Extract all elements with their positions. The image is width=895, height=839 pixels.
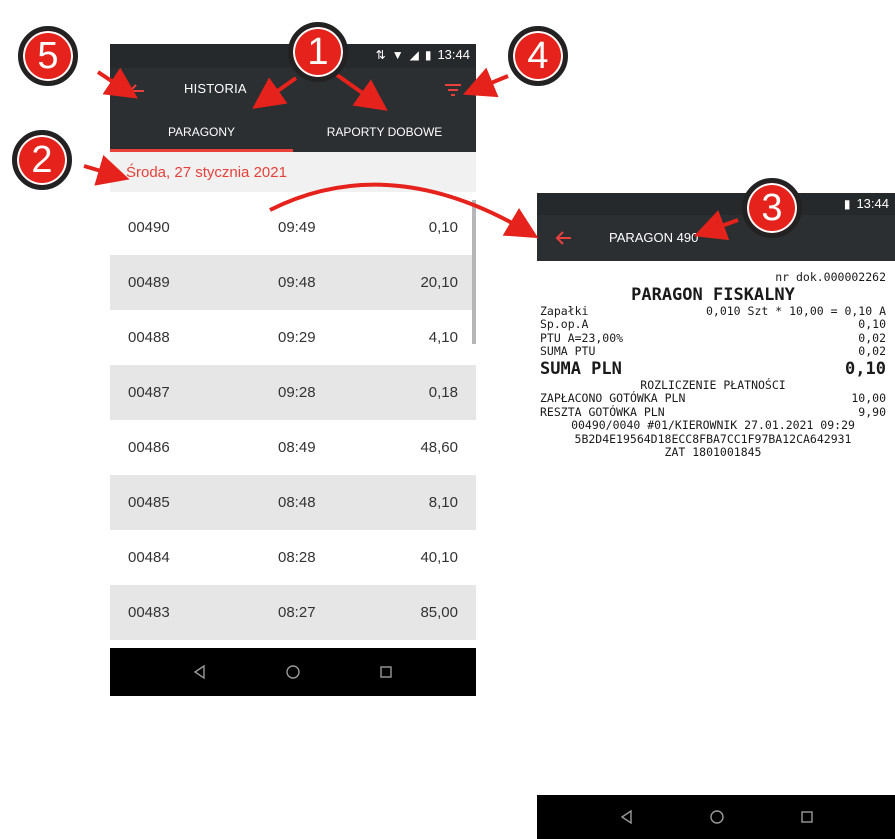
receipt-number: 00483 bbox=[128, 604, 170, 621]
receipt-time: 09:49 bbox=[278, 219, 316, 236]
item-line: Zapałki 0,010 Szt * 10,00 = 0,10 A bbox=[540, 303, 886, 319]
back-button[interactable] bbox=[124, 78, 150, 104]
paid-value: 10,00 bbox=[851, 391, 886, 405]
receipt-amount: 85,00 bbox=[420, 604, 458, 621]
callout-4-arrow bbox=[462, 67, 509, 98]
receipt-amount: 40,10 bbox=[420, 549, 458, 566]
arrow-left-icon bbox=[555, 231, 571, 245]
nav-home-icon[interactable] bbox=[285, 664, 301, 680]
tab-raporty-dobowe[interactable]: RAPORTY DOBOWE bbox=[293, 112, 476, 152]
navigation-bar bbox=[110, 648, 476, 696]
tab-bar: PARAGONY RAPORTY DOBOWE bbox=[110, 112, 476, 152]
tab-paragony[interactable]: PARAGONY bbox=[110, 112, 293, 152]
receipt-time: 08:28 bbox=[278, 549, 316, 566]
sp-line: Sp.op.A 0,10 bbox=[540, 317, 886, 332]
receipt-footer-line: 00490/0040 #01/KIEROWNIK 27.01.2021 09:2… bbox=[571, 418, 855, 432]
receipt-amount: 0,10 bbox=[428, 219, 458, 236]
receipt-number: 00489 bbox=[128, 274, 170, 291]
nav-back-icon[interactable] bbox=[192, 664, 208, 680]
receipt-row[interactable]: 00483 08:27 85,00 bbox=[110, 585, 476, 640]
ptu-value: 0,02 bbox=[858, 330, 886, 345]
scrollbar[interactable] bbox=[472, 200, 476, 344]
signal-icon: ◢ bbox=[409, 47, 419, 62]
receipt-number: 00485 bbox=[128, 494, 170, 511]
receipt-zat: ZAT 1801001845 bbox=[664, 445, 762, 459]
receipt-time: 09:48 bbox=[278, 274, 316, 291]
receipt-number: 00486 bbox=[128, 439, 170, 456]
nav-recents-icon[interactable] bbox=[799, 809, 815, 825]
receipt-list: 00490 09:49 0,10 00489 09:48 20,10 00488 09:2… bbox=[110, 200, 476, 640]
receipt-amount: 8,10 bbox=[428, 494, 458, 511]
back-button[interactable] bbox=[551, 225, 577, 251]
fiscal-receipt: nr dok.000002262 PARAGON FISKALNY Zapałk… bbox=[540, 270, 886, 460]
receipt-time: 09:28 bbox=[278, 384, 316, 401]
item-detail: 0,010 Szt * 10,00 = 0,10 A bbox=[705, 303, 886, 318]
receipt-number: 00488 bbox=[128, 329, 170, 346]
receipt-row[interactable]: 00487 09:28 0,18 bbox=[110, 365, 476, 420]
change-value: 9,90 bbox=[858, 404, 886, 419]
receipt-row[interactable]: 00485 08:48 8,10 bbox=[110, 475, 476, 530]
callout-2-badge: 2 bbox=[12, 130, 72, 190]
app-bar: HISTORIA bbox=[110, 68, 476, 112]
receipt-number: 00487 bbox=[128, 384, 170, 401]
page-title: PARAGON 490 bbox=[609, 230, 699, 245]
receipt-number: 00484 bbox=[128, 549, 170, 566]
receipt-number: 00490 bbox=[128, 219, 170, 236]
receipt-amount: 48,60 bbox=[420, 439, 458, 456]
status-time: 13:44 bbox=[856, 196, 889, 211]
ptu-label: PTU A=23,00% bbox=[540, 330, 624, 345]
sp-label: Sp.op.A bbox=[540, 317, 589, 331]
receipt-amount: 4,10 bbox=[428, 329, 458, 346]
status-bar: ▮ 13:44 bbox=[537, 193, 895, 215]
history-screen: ⇅ ▼ ◢ ▮ 13:44 HISTORIA PARAGONY RAPORTY … bbox=[110, 44, 476, 696]
ptu-line: PTU A=23,00% 0,02 bbox=[540, 330, 886, 346]
receipt-time: 08:49 bbox=[278, 439, 316, 456]
app-bar: PARAGON 490 bbox=[537, 215, 895, 261]
receipt-row[interactable]: 00488 09:29 4,10 bbox=[110, 310, 476, 365]
settlement-header: ROZLICZENIE PŁATNOŚCI bbox=[640, 377, 786, 392]
suma-ptu-value: 0,02 bbox=[858, 344, 886, 358]
total-label: SUMA PLN bbox=[540, 358, 622, 379]
wifi-icon: ▼ bbox=[391, 47, 404, 62]
receipt-detail-screen: ▮ 13:44 PARAGON 490 nr dok.000002262 PAR… bbox=[537, 193, 895, 839]
receipt-time: 08:48 bbox=[278, 494, 316, 511]
network-icon: ⇅ bbox=[375, 47, 386, 62]
suma-ptu-line: SUMA PTU 0,02 bbox=[540, 344, 886, 359]
battery-icon: ▮ bbox=[424, 47, 432, 62]
receipt-amount: 20,10 bbox=[420, 274, 458, 291]
paid-label: ZAPŁACONO GOTÓWKA PLN bbox=[540, 391, 686, 405]
receipt-row[interactable]: 00489 09:48 20,10 bbox=[110, 255, 476, 310]
nav-recents-icon[interactable] bbox=[378, 664, 394, 680]
battery-icon: ▮ bbox=[843, 196, 851, 211]
callout-1-badge: 1 bbox=[288, 22, 348, 82]
total-line: SUMA PLN 0,10 bbox=[540, 359, 886, 379]
receipt-row[interactable]: 00490 09:49 0,10 bbox=[110, 200, 476, 255]
nav-back-icon[interactable] bbox=[619, 809, 635, 825]
change-label: RESZTA GOTÓWKA PLN bbox=[540, 404, 665, 419]
receipt-row[interactable]: 00486 08:49 48,60 bbox=[110, 420, 476, 475]
page-title: HISTORIA bbox=[184, 81, 247, 96]
arrow-left-icon bbox=[128, 84, 144, 98]
receipt-time: 08:27 bbox=[278, 604, 316, 621]
receipt-time: 09:29 bbox=[278, 329, 316, 346]
callout-3-badge: 3 bbox=[742, 178, 802, 238]
receipt-title: PARAGON FISKALNY bbox=[631, 284, 795, 305]
callout-4-badge: 4 bbox=[508, 26, 568, 86]
navigation-bar bbox=[537, 795, 895, 839]
receipt-row[interactable]: 00484 08:28 40,10 bbox=[110, 530, 476, 585]
receipt-hash: 5B2D4E19564D18ECC8FBA7CC1F97BA12CA642931 bbox=[574, 431, 852, 446]
receipt-amount: 0,18 bbox=[428, 384, 458, 401]
change-line: RESZTA GOTÓWKA PLN 9,90 bbox=[540, 404, 886, 420]
status-time: 13:44 bbox=[437, 47, 470, 62]
date-header: Środa, 27 stycznia 2021 bbox=[110, 152, 476, 192]
suma-ptu-label: SUMA PTU bbox=[540, 344, 596, 358]
paid-line: ZAPŁACONO GOTÓWKA PLN 10,00 bbox=[540, 391, 886, 406]
item-name: Zapałki bbox=[540, 303, 589, 318]
doc-number: nr dok.000002262 bbox=[775, 270, 886, 284]
total-value: 0,10 bbox=[845, 358, 886, 379]
nav-home-icon[interactable] bbox=[709, 809, 725, 825]
callout-5-badge: 5 bbox=[18, 26, 78, 86]
sp-value: 0,10 bbox=[858, 317, 886, 331]
filter-icon[interactable] bbox=[444, 81, 462, 99]
